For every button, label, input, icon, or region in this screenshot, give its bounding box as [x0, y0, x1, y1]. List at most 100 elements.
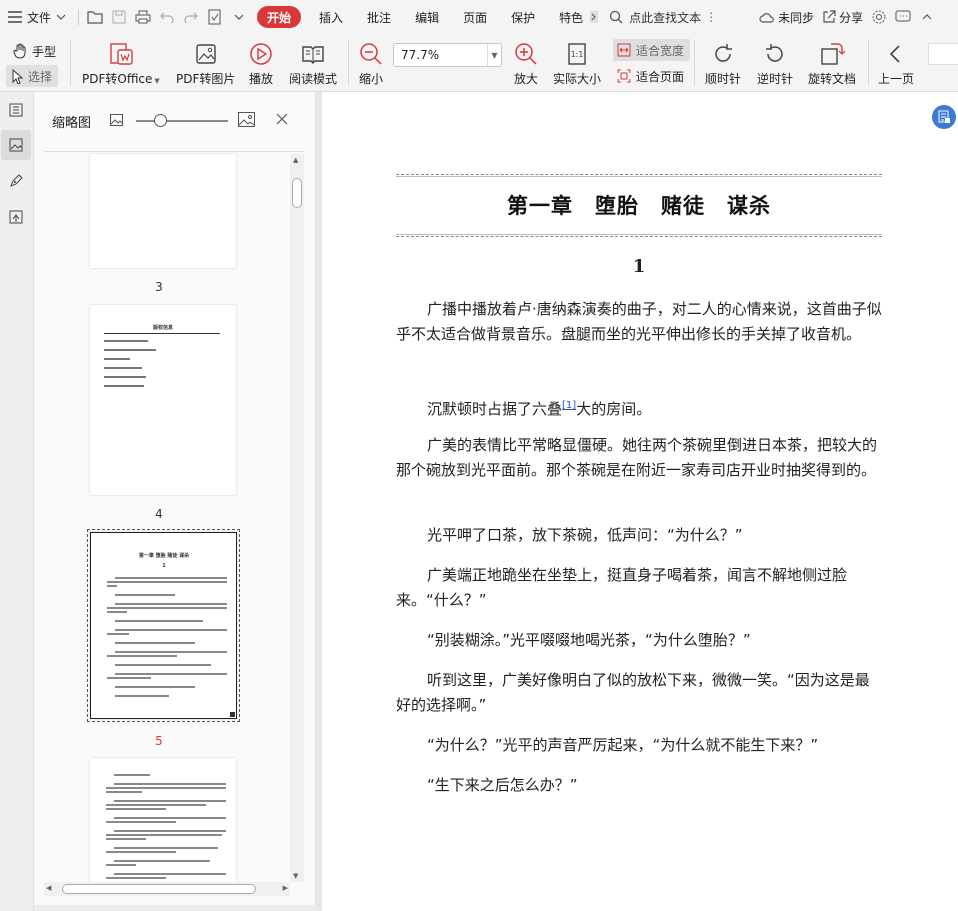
close-icon[interactable]	[276, 113, 288, 128]
document-page: 第一章 堕胎 赌徒 谋杀 1 广播中播放着卢·唐纳森演奏的曲子，对二人的心情来说…	[322, 92, 958, 911]
thumbnail-list: 3 版权信息 4 第一章 堕胎 赌徒 谋杀 1 5	[34, 152, 316, 882]
document-viewport[interactable]: 第一章 堕胎 赌徒 谋杀 1 广播中播放着卢·唐纳森演奏的曲子，对二人的心情来说…	[316, 92, 958, 911]
rotate-counterclockwise-label: 逆时针	[757, 72, 794, 86]
share-button[interactable]: 分享	[818, 0, 867, 34]
scroll-left-arrow-icon[interactable]: ◀	[46, 884, 51, 892]
chapter-rule	[396, 236, 882, 237]
thumbnail-page-5[interactable]: 第一章 堕胎 赌徒 谋杀 1	[90, 532, 237, 719]
feedback-icon[interactable]	[891, 0, 915, 34]
rotate-counterclockwise-button[interactable]: 逆时针	[757, 40, 793, 87]
bookmarks-panel-icon[interactable]	[1, 95, 31, 125]
fit-page-label: 适合页面	[636, 69, 685, 84]
paragraph: 光平呷了口茶，放下茶碗，低声问：“为什么？”	[427, 526, 743, 544]
sync-status[interactable]: 未同步	[755, 0, 818, 34]
thumbnail-text-line	[106, 791, 142, 793]
paragraph-text: 沉默顿时占据了六叠	[427, 400, 563, 418]
print-icon[interactable]	[131, 0, 155, 34]
thumbnail-horizontal-scrollbar[interactable]: ◀ ▶	[44, 882, 290, 896]
scroll-right-arrow-icon[interactable]: ▶	[283, 884, 288, 892]
footnote-link[interactable]: [1]	[562, 400, 576, 411]
thumbnail-text-line	[115, 664, 211, 666]
more-vertical-icon[interactable]: ⋮	[705, 10, 717, 24]
collapse-ribbon-icon[interactable]	[915, 0, 939, 34]
thumbnail-heading: 版权信息	[152, 325, 173, 331]
search-box[interactable]: 点此查找文本 ⋮	[601, 9, 717, 26]
fit-page-button[interactable]: 适合页面	[613, 65, 690, 87]
thumbnail-size-slider[interactable]	[136, 120, 228, 122]
tab-edit[interactable]: 编辑	[403, 0, 451, 34]
horizontal-scrollbar-thumb[interactable]	[62, 884, 256, 894]
zoom-out-label: 缩小	[358, 72, 383, 86]
save-icon[interactable]	[107, 0, 131, 34]
tab-start[interactable]: 开始	[257, 6, 302, 28]
tabs-overflow-icon[interactable]	[587, 0, 601, 34]
actual-size-button[interactable]: 1:1 实际大小	[553, 40, 601, 87]
thumbnail-size-slider-handle[interactable]	[154, 114, 167, 127]
page-number-input[interactable]	[928, 43, 958, 65]
scroll-down-arrow-icon[interactable]: ▼	[293, 872, 298, 880]
share-label: 分享	[839, 10, 864, 25]
zoom-out-button[interactable]: 缩小	[358, 40, 384, 87]
rotate-document-label: 旋转文档	[808, 72, 857, 86]
annotations-panel-icon[interactable]	[1, 166, 31, 196]
undo-icon[interactable]	[155, 0, 179, 34]
thumbnail-page-4[interactable]: 版权信息	[90, 305, 236, 495]
pdf-to-image-button[interactable]: PDF转图片	[176, 40, 235, 87]
thumbnail-page-6[interactable]	[90, 758, 236, 882]
tab-protect[interactable]: 保护	[499, 0, 547, 34]
thumbnail-page-number-selected: 5	[155, 734, 163, 748]
thumbnail-text-line	[114, 830, 226, 832]
fit-width-button[interactable]: 适合宽度	[613, 39, 691, 61]
thumbnail-page-number: 3	[155, 280, 163, 294]
play-button[interactable]: 播放	[248, 40, 274, 87]
thumbnail-page-3[interactable]	[90, 154, 236, 268]
play-icon	[250, 43, 272, 65]
tab-insert[interactable]: 插入	[307, 0, 355, 34]
thumbnail-text-line	[114, 774, 150, 776]
tab-annotate[interactable]: 批注	[355, 0, 403, 34]
zoom-in-button[interactable]: 放大	[513, 40, 539, 87]
thumbnail-text-line	[104, 340, 148, 342]
pdf-to-office-button[interactable]: PDF转Office ▼	[82, 40, 160, 87]
attachments-panel-icon[interactable]	[1, 202, 31, 232]
tab-features[interactable]: 特色	[547, 0, 587, 34]
thumbnail-text-line	[107, 607, 227, 609]
rotate-clockwise-label: 顺时针	[705, 72, 742, 86]
file-menu[interactable]: 文件	[0, 0, 74, 34]
rotate-document-button[interactable]: 旋转文档	[808, 40, 856, 87]
thumbnail-text-line	[115, 695, 169, 697]
thumbnail-text-line	[114, 860, 210, 862]
thumbnail-vertical-scrollbar[interactable]: ▲ ▼	[290, 154, 304, 882]
chapter-title: 第一章 堕胎 赌徒 谋杀	[507, 194, 771, 218]
previous-page-button[interactable]: 上一页	[878, 40, 914, 87]
more-dropdown-icon[interactable]	[227, 0, 251, 34]
open-folder-icon[interactable]	[83, 0, 107, 34]
floating-translate-button[interactable]	[932, 105, 956, 129]
thumbnail-text-line	[106, 808, 166, 810]
redo-icon[interactable]	[179, 0, 203, 34]
large-thumbnail-icon[interactable]	[238, 112, 255, 130]
vertical-scrollbar-thumb[interactable]	[292, 178, 302, 208]
tab-page[interactable]: 页面	[451, 0, 499, 34]
paragraph: “别装糊涂。”光平啜啜地喝光茶，“为什么堕胎？”	[427, 631, 751, 649]
zoom-level-select[interactable]: 77.7% ▼	[393, 43, 502, 67]
pdf-tools-icon[interactable]	[203, 0, 227, 34]
small-thumbnail-icon[interactable]	[110, 114, 123, 129]
thumbnails-panel-icon[interactable]	[1, 130, 31, 160]
chevron-left-icon	[889, 45, 900, 63]
zoom-in-icon	[515, 43, 537, 65]
paragraph: 广美端正地跪坐在坐垫上，挺直身子喝着茶，闻言不解地侧过脸来。“什么？”	[396, 566, 848, 609]
read-mode-button[interactable]: 阅读模式	[289, 40, 337, 87]
hand-tool-button[interactable]: 手型	[8, 41, 60, 61]
rotate-clockwise-button[interactable]: 顺时针	[705, 40, 741, 87]
settings-gear-icon[interactable]	[867, 0, 891, 34]
thumbnail-text-line	[104, 367, 142, 369]
share-icon	[823, 10, 836, 23]
select-tool-button[interactable]: 选择	[6, 65, 59, 87]
thumbnail-text-line	[106, 851, 176, 853]
chevron-down-icon: ▼	[487, 44, 501, 66]
thumbnail-text-line	[107, 585, 117, 587]
divider	[348, 40, 349, 86]
thumbnail-text-line	[114, 800, 226, 802]
scroll-up-arrow-icon[interactable]: ▲	[293, 156, 298, 164]
